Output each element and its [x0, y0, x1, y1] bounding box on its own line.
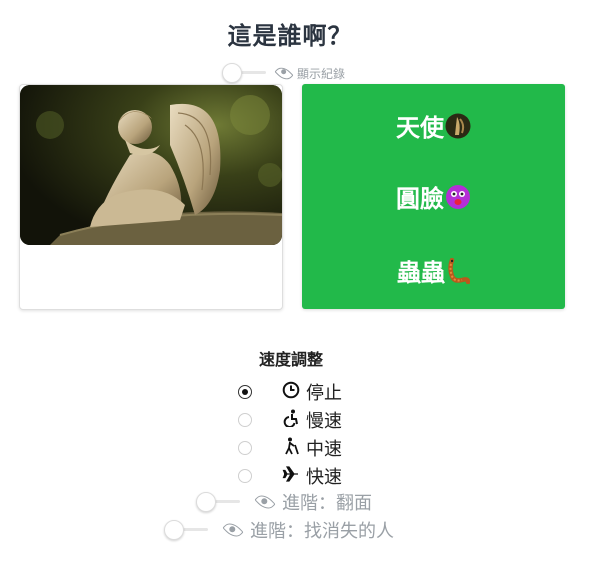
speed-radio[interactable] [238, 385, 252, 399]
answer-option[interactable]: 天使 [302, 108, 565, 145]
question-card [19, 84, 283, 310]
eye-icon [274, 63, 294, 83]
speed-label: 快速 [306, 467, 342, 488]
toggle-knob[interactable] [164, 520, 184, 540]
speed-radio[interactable] [238, 413, 252, 427]
advanced-missing-row: 進階：找消失的人 [164, 517, 394, 543]
speed-option-medium[interactable]: 中速 [238, 435, 342, 461]
angel-statue-emoji-icon [445, 113, 471, 145]
show-history-row: 顯示紀錄 [222, 63, 345, 83]
angel-statue-image [20, 85, 282, 245]
walking-person-icon [280, 437, 302, 460]
speed-label: 中速 [306, 439, 342, 460]
speed-label: 慢速 [306, 411, 342, 432]
advanced-missing-label: 進階：找消失的人 [250, 521, 394, 542]
speed-option-slow[interactable]: 慢速 [238, 407, 342, 433]
speed-label: 停止 [306, 383, 342, 404]
answer-label: 天使 [396, 114, 444, 142]
toggle-knob[interactable] [222, 63, 242, 83]
airplane-icon [280, 465, 302, 488]
toggle-knob[interactable] [196, 492, 216, 512]
clock-icon [280, 381, 302, 404]
quiz-page: 這是誰啊？ 顯示紀錄 天使 圓臉 蟲蟲 速度調整 停止 慢速 中速 快速 進階：… [0, 0, 604, 566]
advanced-missing-toggle[interactable] [164, 520, 208, 540]
wheelchair-icon [280, 409, 302, 432]
answer-option[interactable]: 圓臉 [302, 179, 565, 216]
page-title: 這是誰啊？ [227, 22, 353, 50]
answer-card: 天使 圓臉 蟲蟲 [302, 84, 565, 309]
eye-icon [222, 519, 244, 541]
purple-face-emoji-icon [445, 184, 471, 216]
answer-option[interactable]: 蟲蟲 [302, 253, 565, 290]
speed-radio[interactable] [238, 469, 252, 483]
advanced-flip-label: 進階：翻面 [282, 493, 372, 514]
speed-title: 速度調整 [258, 350, 323, 369]
answer-label: 圓臉 [396, 185, 444, 213]
worm-emoji-icon [446, 257, 471, 290]
eye-icon [254, 491, 276, 513]
show-history-toggle[interactable] [222, 63, 266, 83]
show-history-label: 顯示紀錄 [297, 66, 346, 81]
speed-option-stop[interactable]: 停止 [238, 379, 342, 405]
advanced-flip-toggle[interactable] [196, 492, 240, 512]
speed-radio[interactable] [238, 441, 252, 455]
speed-option-fast[interactable]: 快速 [238, 463, 342, 489]
answer-label: 蟲蟲 [397, 259, 445, 287]
advanced-flip-row: 進階：翻面 [196, 489, 372, 515]
